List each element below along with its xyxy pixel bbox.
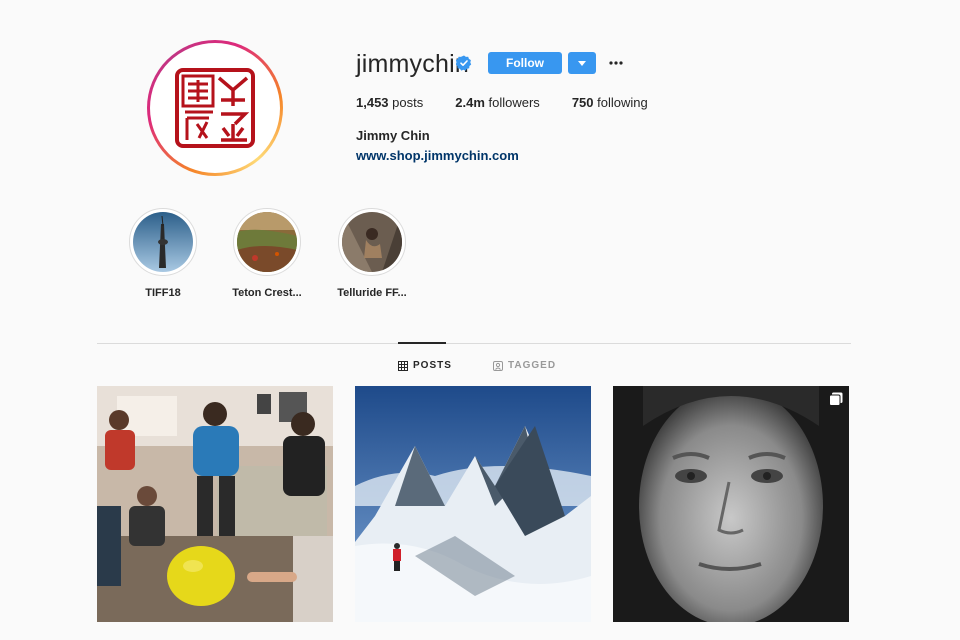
- follow-button[interactable]: Follow: [488, 52, 562, 74]
- username: jimmychin: [356, 50, 469, 78]
- posts-count-label: posts: [392, 95, 424, 110]
- highlight-teton-crest[interactable]: Teton Crest...: [232, 208, 302, 299]
- verified-badge-icon: [456, 55, 472, 71]
- posts-count-value: 1,453: [356, 95, 389, 110]
- tabs-divider: [97, 343, 851, 344]
- following-count-label: following: [597, 95, 648, 110]
- highlight-cover-image: [133, 212, 193, 272]
- ellipsis-icon: [609, 61, 623, 65]
- post-image: [97, 386, 333, 622]
- posts-count: 1,453 posts: [356, 95, 423, 110]
- more-options-button[interactable]: [606, 52, 626, 74]
- profile-avatar-ring[interactable]: [147, 40, 283, 176]
- highlight-tiff18[interactable]: TIFF18: [129, 208, 197, 299]
- followers-count-label: followers: [488, 95, 540, 110]
- post-image: [613, 386, 849, 622]
- highlight-label: Telluride FF...: [337, 287, 407, 299]
- following-count-value: 750: [571, 95, 594, 110]
- post-thumbnail[interactable]: [613, 386, 849, 622]
- highlight-cover-image: [342, 212, 402, 272]
- followers-count-value: 2.4m: [455, 95, 485, 110]
- tab-label: POSTS: [413, 360, 452, 371]
- suggestions-dropdown-button[interactable]: [568, 52, 596, 74]
- tab-posts[interactable]: POSTS: [398, 360, 452, 371]
- post-thumbnail[interactable]: [97, 386, 333, 622]
- highlight-cover-image: [237, 212, 297, 272]
- tab-tagged[interactable]: TAGGED: [493, 360, 556, 371]
- post-image: [355, 386, 591, 622]
- website-link[interactable]: www.shop.jimmychin.com: [356, 148, 519, 163]
- seal-logo-icon: [175, 68, 255, 148]
- tab-label: TAGGED: [508, 360, 557, 371]
- full-name: Jimmy Chin: [356, 128, 430, 143]
- highlight-telluride-ff[interactable]: Telluride FF...: [337, 208, 407, 299]
- followers-count[interactable]: 2.4m followers: [455, 95, 540, 110]
- highlight-label: TIFF18: [145, 287, 181, 299]
- grid-icon: [398, 360, 408, 371]
- multiple-photos-icon: [829, 392, 843, 406]
- avatar[interactable]: [156, 49, 274, 167]
- highlight-label: Teton Crest...: [232, 287, 302, 299]
- caret-down-icon: [578, 60, 586, 66]
- following-count[interactable]: 750 following: [572, 95, 648, 110]
- active-tab-indicator: [398, 342, 446, 344]
- post-thumbnail[interactable]: [355, 386, 591, 622]
- profile-stats: 1,453 posts 2.4m followers 750 following: [356, 95, 680, 110]
- tagged-icon: [493, 360, 503, 371]
